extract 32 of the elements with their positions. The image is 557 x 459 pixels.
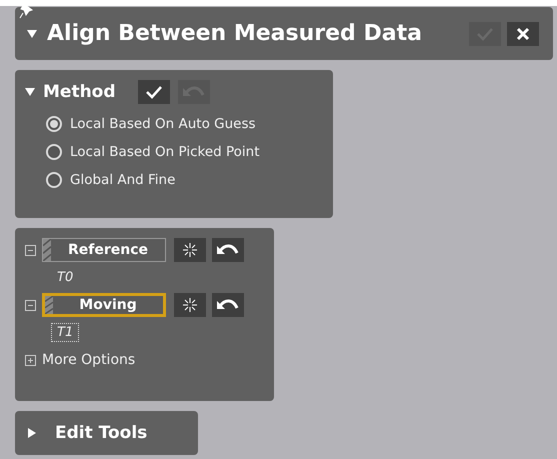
dataset-item[interactable]: T0 [51, 268, 80, 287]
expand-icon[interactable] [25, 354, 36, 366]
collapse-icon[interactable] [27, 28, 37, 38]
expand-icon[interactable] [27, 428, 37, 438]
radio-option[interactable]: Local Based On Auto Guess [25, 116, 321, 132]
undo-icon [217, 243, 239, 257]
collapse-icon[interactable] [25, 87, 35, 97]
hatch-icon [43, 239, 51, 261]
undo-button[interactable] [212, 238, 244, 262]
sparkle-button[interactable] [174, 238, 206, 262]
sparkle-icon [182, 297, 198, 313]
radio-option[interactable]: Local Based On Picked Point [25, 144, 321, 160]
apply-button[interactable] [138, 80, 170, 104]
panel-title: Align Between Measured Data [47, 21, 422, 46]
section-title: Method [43, 82, 116, 102]
undo-icon [217, 298, 239, 312]
collapse-icon[interactable] [25, 300, 36, 310]
collapse-icon[interactable] [25, 244, 36, 256]
radio-option[interactable]: Global And Fine [25, 172, 321, 188]
sparkle-button[interactable] [174, 293, 206, 317]
close-icon [516, 26, 530, 40]
pin-icon[interactable] [19, 3, 35, 19]
undo-button[interactable] [212, 293, 244, 317]
hatch-icon [45, 296, 53, 314]
dataset-button[interactable]: Moving [42, 293, 166, 317]
more-options-toggle[interactable]: More Options [25, 352, 264, 368]
close-button[interactable] [507, 22, 539, 46]
check-icon [144, 85, 163, 99]
section-title: Edit Tools [55, 423, 148, 443]
sparkle-icon [182, 242, 198, 258]
dataset-button[interactable]: Reference [42, 238, 166, 262]
dataset-item[interactable]: T1 [51, 323, 80, 342]
